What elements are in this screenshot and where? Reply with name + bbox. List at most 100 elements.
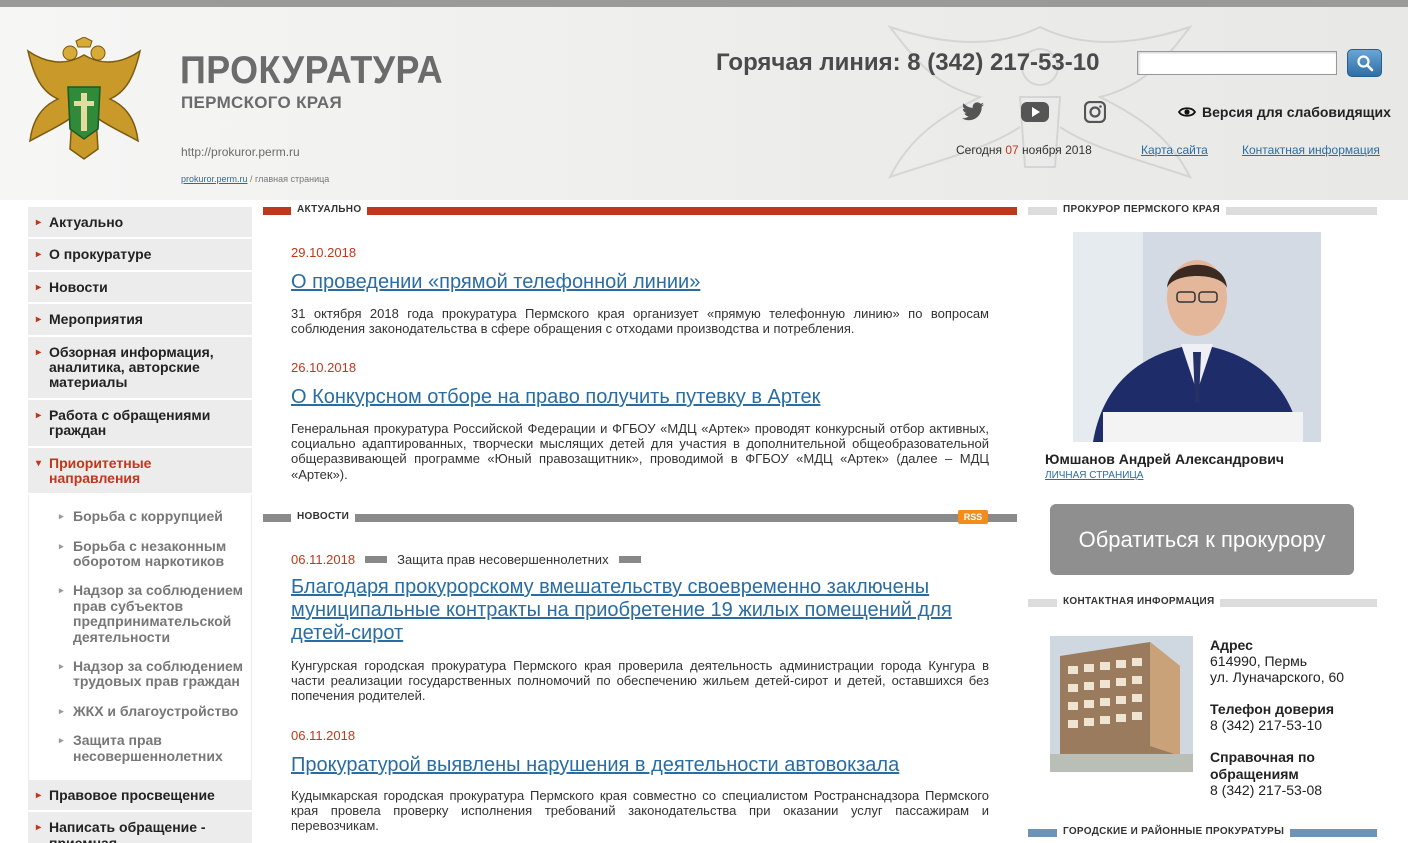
subnav-item-drugs[interactable]: ▸ Борьба с незаконным оборотом наркотиков (29, 533, 251, 578)
nav-item-priorities[interactable]: ▾ Приоритетные направления (28, 448, 252, 496)
chevron-right-icon: ▸ (59, 661, 64, 672)
nav-item-write-appeal[interactable]: ▸ Написать обращение - приемная (28, 812, 252, 843)
subnav-label: Надзор за соблюдением прав субъектов пре… (73, 582, 244, 645)
chevron-right-icon: ▸ (59, 705, 64, 716)
trust-phone-heading: Телефон доверия (1210, 701, 1335, 718)
section-title-contacts: КОНТАКТНАЯ ИНФОРМАЦИЯ (1057, 596, 1221, 607)
reference-phone: 8 (342) 217-53-08 (1210, 781, 1323, 798)
nav-label: Обзорная информация, аналитика, авторски… (49, 343, 214, 391)
prosecutor-photo[interactable] (1073, 232, 1321, 442)
nav-label: Актуально (49, 214, 124, 230)
chevron-right-icon: ▸ (36, 217, 42, 228)
chevron-right-icon: ▸ (36, 314, 42, 326)
search-input[interactable] (1137, 51, 1337, 75)
news-title-link[interactable]: Прокуратурой выявлены нарушения в деятел… (291, 754, 989, 777)
breadcrumb-current: / главная страница (247, 174, 330, 184)
nav-item-appeals[interactable]: ▸ Работа с обращениями граждан (28, 400, 252, 448)
chevron-down-icon: ▾ (36, 457, 42, 469)
actual-item: 29.10.2018 О проведении «прямой телефонн… (291, 245, 989, 336)
sitemap-link[interactable]: Карта сайта (1141, 143, 1208, 157)
subnav-item-business[interactable]: ▸ Надзор за соблюдением прав субъектов пр… (29, 577, 251, 653)
chevron-right-icon: ▸ (36, 281, 42, 293)
news-date: 29.10.2018 (291, 245, 357, 260)
news-title-link[interactable]: О проведении «прямой телефонной линии» (291, 271, 989, 294)
news-category[interactable]: Защита прав несовершеннолетних (397, 552, 608, 567)
section-header-news: НОВОСТИ (263, 511, 1017, 522)
nav-item-analytics[interactable]: ▸ Обзорная информация, аналитика, авторск… (28, 337, 252, 400)
contact-details: Адрес 614990, Пермь ул. Луначарского, 60… (1210, 637, 1360, 798)
site-subtitle: ПЕРМСКОГО КРАЯ (181, 93, 342, 112)
prosecutor-emblem-logo[interactable] (24, 37, 144, 167)
chevron-right-icon: ▸ (59, 540, 64, 551)
divider-square (618, 556, 641, 563)
subnav-label: Защита прав несовершеннолетних (73, 732, 223, 764)
section-header-contacts: КОНТАКТНАЯ ИНФОРМАЦИЯ (1028, 596, 1377, 607)
nav-label: О прокуратуре (49, 246, 152, 263)
search-icon (1356, 55, 1373, 72)
news-title-link[interactable]: О Конкурсном отборе на право получить пу… (291, 386, 989, 409)
news-meta: 06.11.2018 Защита прав несовершеннолетни… (291, 552, 989, 567)
nav-label: Приоритетные направления (49, 454, 152, 486)
subnav-item-housing[interactable]: ▸ ЖКХ и благоустройство (29, 698, 251, 727)
contact-info-link[interactable]: Контактная информация (1242, 143, 1380, 157)
appeal-to-prosecutor-button[interactable]: Обратиться к прокурору (1050, 504, 1354, 575)
nav-item-events[interactable]: ▸ Мероприятия (28, 304, 252, 337)
accessibility-label: Версия для слабовидящих (1202, 104, 1391, 120)
search-button[interactable] (1347, 49, 1382, 77)
subnav-item-corruption[interactable]: ▸ Борьба с коррупцией (29, 503, 251, 532)
news-date: 26.10.2018 (291, 360, 357, 375)
nav-item-news[interactable]: ▸ Новости (28, 272, 252, 305)
section-bar (263, 207, 1017, 215)
youtube-link[interactable] (1021, 99, 1049, 125)
nav-label: Новости (49, 278, 108, 295)
subnav-label: ЖКХ и благоустройство (73, 702, 239, 719)
news-item: 06.11.2018 Прокуратурой выявлены нарушен… (291, 728, 989, 834)
nav-item-about[interactable]: ▸ О прокуратуре (28, 239, 252, 272)
subnav-item-labor[interactable]: ▸ Надзор за соблюдением трудовых прав гра… (29, 653, 251, 698)
actual-item: 26.10.2018 О Конкурсном отборе на право … (291, 360, 989, 482)
personal-page-link[interactable]: ЛИЧНАЯ СТРАНИЦА (1045, 470, 1143, 481)
rss-feed-button[interactable]: RSS (958, 510, 988, 524)
chevron-right-icon: ▸ (36, 789, 42, 801)
chevron-right-icon: ▸ (59, 735, 64, 746)
building-photo (1050, 636, 1193, 772)
twitter-icon (962, 102, 984, 121)
chevron-right-icon: ▸ (36, 822, 42, 834)
subnav-label: Борьба с коррупцией (73, 508, 223, 525)
news-title-link[interactable]: Благодаря прокурорскому вмешательству св… (291, 576, 981, 645)
site-title: ПРОКУРАТУРА (180, 49, 444, 92)
site-header: ПРОКУРАТУРА ПЕРМСКОГО КРАЯ http://prokur… (0, 7, 1408, 200)
instagram-icon (1084, 101, 1106, 123)
eye-icon (1178, 107, 1196, 117)
subnav-item-minors[interactable]: ▸ Защита прав несовершеннолетних (29, 727, 251, 772)
prosecutor-portrait-image (1073, 232, 1321, 442)
current-date: Сегодня 07 ноября 2018 (956, 143, 1092, 157)
nav-label: Правовое просвещение (49, 786, 215, 803)
hotline-phone: Горячая линия: 8 (342) 217-53-10 (716, 49, 1100, 76)
instagram-link[interactable] (1082, 99, 1108, 125)
subnav-label: Борьба с незаконным оборотом наркотиков (73, 537, 227, 570)
section-header-actual: АКТУАЛЬНО (263, 204, 1017, 215)
nav-item-legal-education[interactable]: ▸ Правовое просвещение (28, 780, 252, 813)
news-summary: Генеральная прокуратура Российской Федер… (291, 421, 989, 482)
news-summary: Кудымкарская городская прокуратура Пермс… (291, 788, 989, 834)
reference-heading: Справочная по обращениям (1210, 749, 1315, 782)
subnav-priorities: ▸ Борьба с коррупцией ▸ Борьба с незаконны… (28, 495, 252, 780)
address-line-2: ул. Луначарского, 60 (1210, 669, 1345, 686)
section-title-prosecutor: ПРОКУРОР ПЕРМСКОГО КРАЯ (1057, 204, 1226, 215)
chevron-right-icon: ▸ (36, 249, 42, 261)
site-url: http://prokuror.perm.ru (181, 145, 300, 159)
section-title-actual: АКТУАЛЬНО (291, 204, 368, 215)
accessibility-version-link[interactable]: Версия для слабовидящих (1178, 104, 1391, 120)
chevron-right-icon: ▸ (36, 409, 42, 421)
chevron-right-icon: ▸ (59, 585, 64, 596)
news-date: 06.11.2018 (291, 552, 356, 567)
breadcrumb-home-link[interactable]: prokuror.perm.ru (181, 174, 248, 184)
news-item: 06.11.2018 Защита прав несовершеннолетни… (291, 552, 989, 704)
nav-item-actual[interactable]: ▸ Актуально (28, 207, 252, 240)
section-header-prosecutor: ПРОКУРОР ПЕРМСКОГО КРАЯ (1028, 204, 1377, 215)
address-heading: Адрес (1210, 637, 1253, 653)
nav-label: Написать обращение - приемная (49, 819, 206, 843)
twitter-link[interactable] (960, 99, 986, 125)
prosecutor-name: Юмшанов Андрей Александрович (1045, 451, 1284, 467)
